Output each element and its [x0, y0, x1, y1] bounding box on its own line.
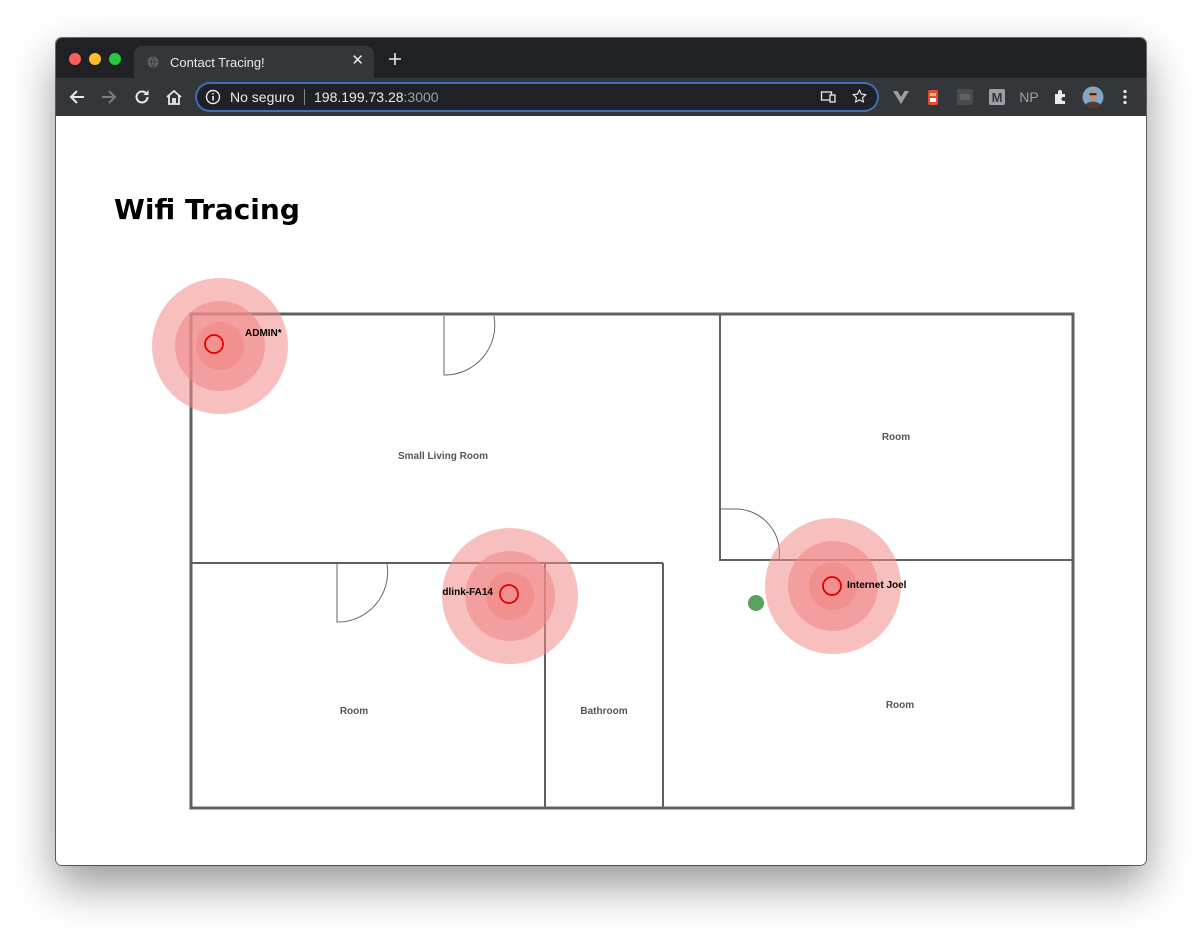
bookmark-star-icon[interactable]: [851, 88, 868, 105]
ext-np-label: NP: [1019, 89, 1038, 105]
signal-ring-inner: [486, 572, 534, 620]
close-tab-icon[interactable]: ✕: [351, 52, 364, 70]
puzzle-icon[interactable]: [1051, 87, 1071, 107]
floor-plan: Small Living Room Room Room Bathroom Roo…: [152, 278, 1075, 810]
browser-window: Contact Tracing! ✕ No seguro 198.199.73.…: [56, 38, 1146, 865]
room-label-small-living-room: Small Living Room: [398, 451, 488, 462]
ext-red-icon[interactable]: [923, 87, 943, 107]
network-label-dlink: dlink-FA14: [442, 587, 493, 598]
forward-icon[interactable]: [99, 87, 119, 107]
room-label-bathroom: Bathroom: [580, 706, 627, 717]
cast-icon[interactable]: [820, 89, 836, 105]
tab-title: Contact Tracing!: [170, 55, 265, 70]
ext-m-label: M: [992, 90, 1003, 105]
signal-ring-inner: [196, 322, 244, 370]
room-label-room-bottom-left: Room: [340, 706, 368, 717]
device-position-dot[interactable]: [748, 595, 764, 611]
door-room-left: [336, 563, 389, 623]
vue-devtools-icon[interactable]: [891, 87, 911, 107]
door-living-room: [443, 315, 496, 376]
profile-avatar[interactable]: [1082, 86, 1104, 108]
close-window-button[interactable]: [69, 53, 81, 65]
url-port: :3000: [403, 89, 439, 105]
back-icon[interactable]: [67, 87, 87, 107]
signal-dlink-fa14[interactable]: dlink-FA14: [442, 528, 578, 664]
globe-icon: [147, 56, 159, 68]
url-host: 198.199.73.28: [314, 89, 404, 105]
minimize-window-button[interactable]: [89, 53, 101, 65]
room-label-room-top-right: Room: [882, 432, 910, 443]
reload-icon[interactable]: [132, 87, 152, 107]
tab-contact-tracing[interactable]: Contact Tracing! ✕: [134, 46, 374, 78]
tab-strip: Contact Tracing! ✕: [56, 38, 1146, 78]
zoom-window-button[interactable]: [109, 53, 121, 65]
signal-internet-joel[interactable]: Internet Joel: [765, 518, 907, 654]
ext-np-icon[interactable]: NP: [1017, 87, 1041, 107]
network-label-admin: ADMIN*: [245, 328, 282, 339]
room-label-room-bottom-right: Room: [886, 700, 914, 711]
url-text[interactable]: 198.199.73.28:3000: [314, 89, 439, 105]
home-icon[interactable]: [164, 87, 184, 107]
ext-m-icon[interactable]: M: [987, 87, 1007, 107]
security-label: No seguro: [230, 89, 295, 105]
info-icon[interactable]: [205, 89, 221, 105]
address-bar[interactable]: No seguro 198.199.73.28:3000: [195, 82, 879, 112]
signal-admin[interactable]: ADMIN*: [152, 278, 288, 414]
menu-kebab-icon[interactable]: [1115, 87, 1135, 107]
door-room-right: [720, 508, 781, 561]
new-tab-icon[interactable]: [387, 51, 403, 67]
network-label-internet-joel: Internet Joel: [847, 580, 907, 591]
ext-dark-icon[interactable]: [955, 87, 975, 107]
browser-toolbar: No seguro 198.199.73.28:3000 M NP: [56, 78, 1146, 116]
address-separator: [304, 89, 305, 105]
page-content: Wifi Tracing Small Living Room Room Room…: [56, 116, 1146, 865]
